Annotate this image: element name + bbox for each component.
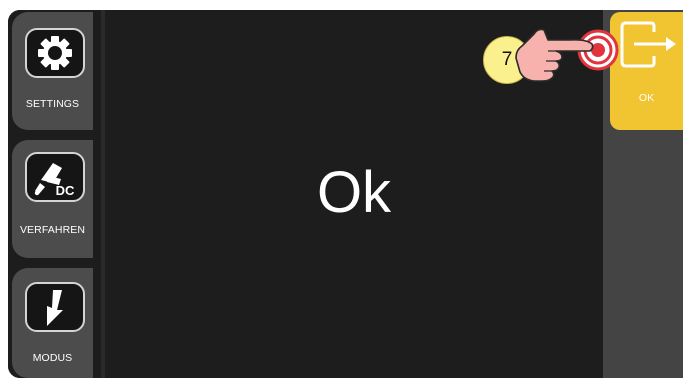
- gear-icon: [25, 28, 85, 78]
- sidebar: SETTINGS DC VERFAHREN MODUS: [8, 10, 101, 378]
- status-text: Ok: [316, 160, 392, 225]
- hand-pointer-icon: [515, 28, 619, 82]
- arrow-down-icon: [25, 282, 85, 332]
- dc-torch-icon: DC: [25, 152, 85, 202]
- sidebar-item-verfahren[interactable]: DC VERFAHREN: [12, 140, 93, 258]
- ok-label: OK: [638, 92, 655, 104]
- sidebar-item-modus[interactable]: MODUS: [12, 268, 93, 378]
- sidebar-item-label: MODUS: [32, 352, 73, 364]
- sidebar-item-label: VERFAHREN: [19, 224, 86, 236]
- dc-label: DC: [56, 183, 75, 198]
- sidebar-item-label: SETTINGS: [25, 98, 80, 110]
- sidebar-item-settings[interactable]: SETTINGS: [12, 12, 93, 130]
